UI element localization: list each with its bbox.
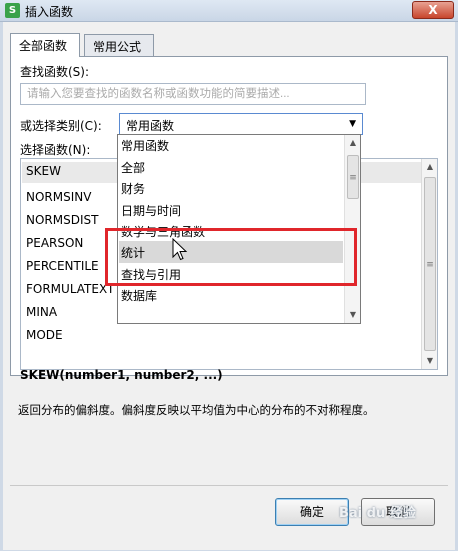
category-option[interactable]: 全部 [121,159,145,176]
scroll-down-icon[interactable]: ▼ [422,353,438,369]
category-select[interactable]: 常用函数 ▼ [119,113,363,135]
category-option[interactable]: 财务 [121,180,145,197]
divider [10,485,448,486]
mouse-pointer-icon [172,238,188,261]
function-item[interactable]: MODE [26,328,63,342]
watermark-logo: Bai du 经验 [339,506,416,521]
category-value: 常用函数 [126,119,175,133]
scroll-up-icon[interactable]: ▲ [422,159,438,175]
function-description: 返回分布的偏斜度。偏斜度反映以平均值为中心的分布的不对称程度。 [18,403,375,417]
close-button[interactable]: X [412,1,454,19]
category-option[interactable]: 日期与时间 [121,202,181,219]
category-option[interactable]: 数据库 [121,287,157,304]
tab-all-functions[interactable]: 全部函数 [10,33,80,57]
function-item[interactable]: PEARSON [26,236,83,250]
chevron-down-icon[interactable]: ▼ [349,119,356,129]
scroll-down-icon[interactable]: ▼ [345,307,361,323]
search-input[interactable] [20,83,366,105]
function-list-label: 选择函数(N): [20,143,91,157]
function-signature: SKEW(number1, number2, ...) [20,368,223,382]
scroll-up-icon[interactable]: ▲ [345,135,361,151]
category-option[interactable]: 常用函数 [121,137,169,154]
app-logo-icon: S [5,3,20,18]
scroll-thumb[interactable]: ≡ [424,177,436,351]
function-list-scrollbar[interactable]: ▲ ≡ ▼ [421,159,437,369]
insert-function-dialog: 全部函数 常用公式 查找函数(S): 或选择类别(C): 常用函数 ▼ 选择函数… [3,22,455,550]
category-label: 或选择类别(C): [20,119,102,133]
function-item[interactable]: FORMULATEXT [26,282,114,296]
search-label: 查找函数(S): [20,65,90,79]
window-title: 插入函数 [25,5,74,19]
ok-button[interactable]: 确定 [275,498,349,526]
function-item[interactable]: NORMSINV [26,190,91,204]
highlight-annotation [105,228,357,286]
function-item[interactable]: NORMSDIST [26,213,98,227]
scroll-thumb[interactable]: ≡ [347,155,359,199]
tab-common-formulas[interactable]: 常用公式 [84,34,154,56]
title-bar[interactable]: S 插入函数 X [0,0,458,22]
function-item[interactable]: PERCENTILE [26,259,99,273]
function-item[interactable]: MINA [26,305,57,319]
